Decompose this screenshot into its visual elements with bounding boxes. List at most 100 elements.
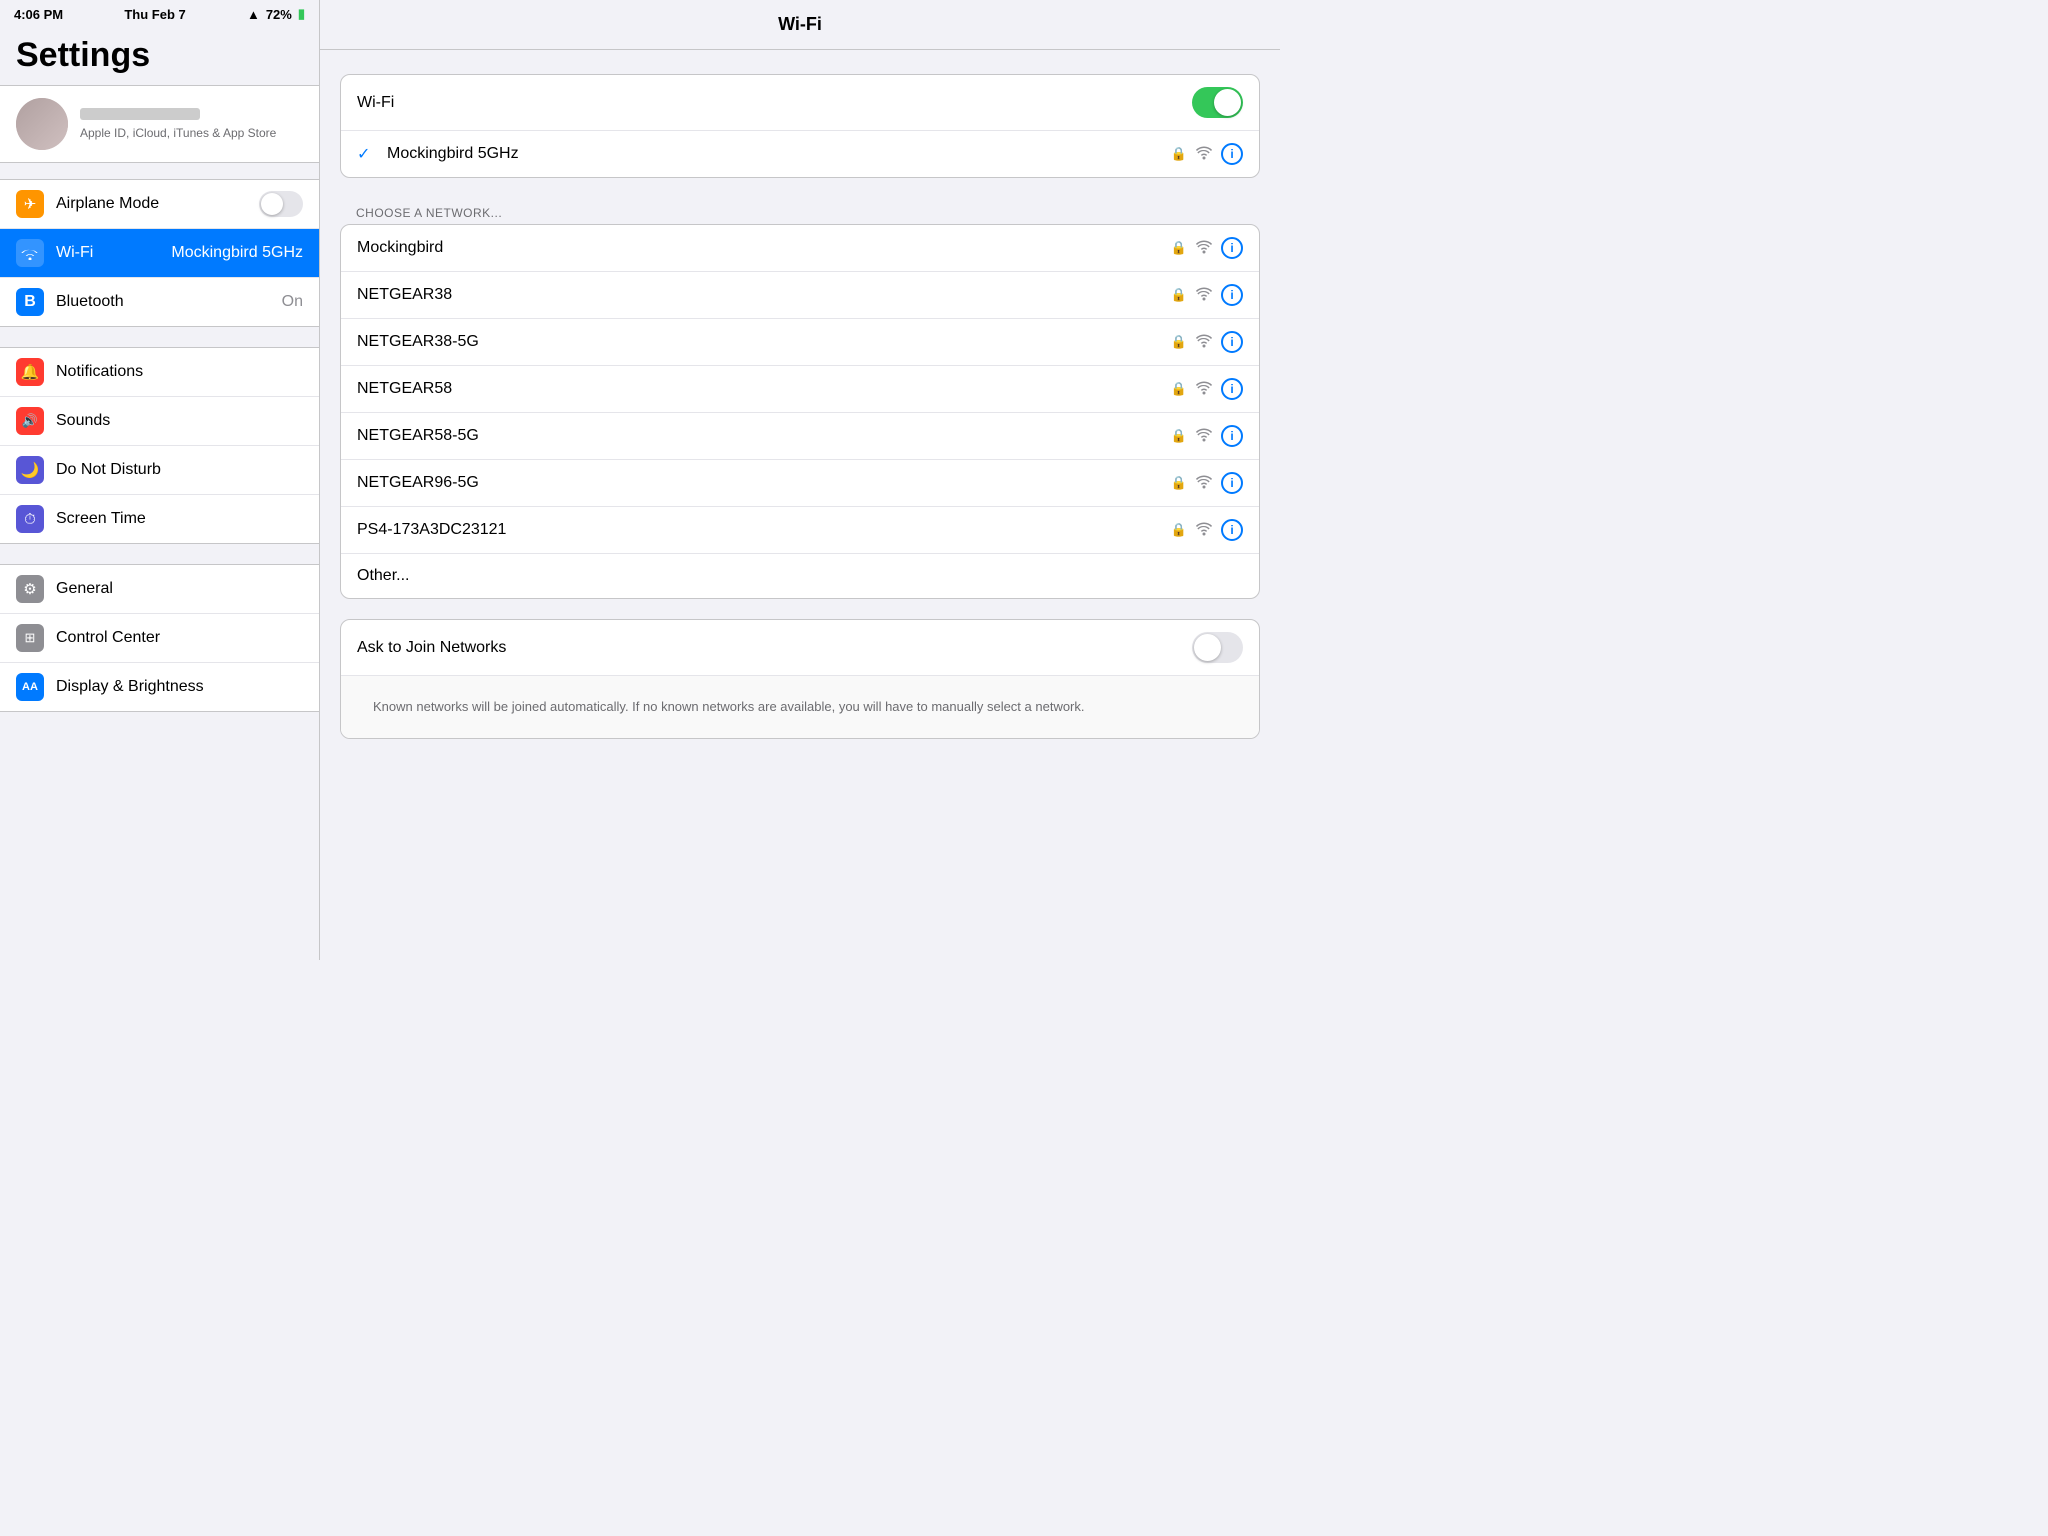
networks-card: Mockingbird 🔒 i NETGEAR38 🔒 — [340, 224, 1260, 599]
sidebar-item-bluetooth[interactable]: B Bluetooth On — [0, 278, 319, 326]
panel-content: Wi-Fi ✓ Mockingbird 5GHz 🔒 i C — [320, 50, 1280, 763]
status-date: Thu Feb 7 — [124, 7, 185, 22]
network-lock-6: 🔒 — [1171, 522, 1187, 538]
network-lock-0: 🔒 — [1171, 240, 1187, 256]
notifications-label: Notifications — [56, 363, 303, 381]
dnd-label: Do Not Disturb — [56, 461, 303, 479]
sidebar-item-controlcenter[interactable]: ⊞ Control Center — [0, 614, 319, 663]
network-info-btn-6[interactable]: i — [1221, 519, 1243, 541]
dnd-icon: 🌙 — [16, 456, 44, 484]
profile-name-blur — [80, 108, 200, 120]
network-name-3: NETGEAR58 — [357, 380, 1161, 398]
network-info-btn-1[interactable]: i — [1221, 284, 1243, 306]
network-row-6[interactable]: PS4-173A3DC23121 🔒 i — [341, 507, 1259, 554]
network-lock-3: 🔒 — [1171, 381, 1187, 397]
controlcenter-icon: ⊞ — [16, 624, 44, 652]
battery-icon: ▮ — [298, 6, 305, 22]
network-signal-3 — [1195, 381, 1213, 398]
wifi-sidebar-icon — [16, 239, 44, 267]
network-row-2[interactable]: NETGEAR38-5G 🔒 i — [341, 319, 1259, 366]
wifi-main-toggle[interactable] — [1192, 87, 1243, 118]
sounds-label: Sounds — [56, 412, 303, 430]
general-label: General — [56, 580, 303, 598]
panel-header: Wi-Fi — [320, 0, 1280, 50]
profile-row[interactable]: Apple ID, iCloud, iTunes & App Store — [0, 86, 319, 163]
sidebar-item-screentime[interactable]: ⏱ Screen Time — [0, 495, 319, 543]
network-row-1[interactable]: NETGEAR38 🔒 i — [341, 272, 1259, 319]
general-icon: ⚙ — [16, 575, 44, 603]
sidebar-group-general: ⚙ General ⊞ Control Center AA Display & … — [0, 564, 319, 712]
network-row-0[interactable]: Mockingbird 🔒 i — [341, 225, 1259, 272]
connected-network-row[interactable]: ✓ Mockingbird 5GHz 🔒 i — [341, 131, 1259, 177]
wifi-sidebar-value: Mockingbird 5GHz — [171, 244, 303, 262]
network-icons-1: 🔒 i — [1171, 284, 1243, 306]
wifi-signal-icon — [1195, 146, 1213, 163]
bluetooth-value: On — [282, 293, 303, 311]
notifications-icon: 🔔 — [16, 358, 44, 386]
network-row-other[interactable]: Other... — [341, 554, 1259, 598]
ask-to-join-toggle[interactable] — [1192, 632, 1243, 663]
network-icons-3: 🔒 i — [1171, 378, 1243, 400]
sidebar-item-airplane[interactable]: ✈ Airplane Mode — [0, 180, 319, 229]
connected-network-name: Mockingbird 5GHz — [387, 145, 1161, 163]
network-signal-5 — [1195, 475, 1213, 492]
battery-percent: 72% — [266, 7, 292, 22]
network-signal-6 — [1195, 522, 1213, 539]
network-row-5[interactable]: NETGEAR96-5G 🔒 i — [341, 460, 1259, 507]
network-row-3[interactable]: NETGEAR58 🔒 i — [341, 366, 1259, 413]
network-signal-0 — [1195, 240, 1213, 257]
network-info-btn-3[interactable]: i — [1221, 378, 1243, 400]
sidebar-item-general[interactable]: ⚙ General — [0, 565, 319, 614]
network-signal-4 — [1195, 428, 1213, 445]
status-bar: 4:06 PM Thu Feb 7 ▲ 72% ▮ — [0, 0, 319, 28]
sidebar-item-dnd[interactable]: 🌙 Do Not Disturb — [0, 446, 319, 495]
network-signal-2 — [1195, 334, 1213, 351]
display-icon: AA — [16, 673, 44, 701]
settings-title: Settings — [0, 28, 319, 85]
connected-network-icons: 🔒 i — [1171, 143, 1243, 165]
network-row-4[interactable]: NETGEAR58-5G 🔒 i — [341, 413, 1259, 460]
sidebar-item-wifi[interactable]: Wi-Fi Mockingbird 5GHz — [0, 229, 319, 278]
lock-icon: 🔒 — [1171, 146, 1187, 162]
ask-to-join-card: Ask to Join Networks Known networks will… — [340, 619, 1260, 739]
network-name-other: Other... — [357, 567, 1243, 585]
bluetooth-icon: B — [16, 288, 44, 316]
ask-to-join-label: Ask to Join Networks — [357, 639, 1182, 657]
network-name-5: NETGEAR96-5G — [357, 474, 1161, 492]
ask-to-join-notice: Known networks will be joined automatica… — [357, 688, 1101, 726]
network-icons-0: 🔒 i — [1171, 237, 1243, 259]
sidebar-group-notifications: 🔔 Notifications 🔊 Sounds 🌙 Do Not Distur… — [0, 347, 319, 544]
profile-info: Apple ID, iCloud, iTunes & App Store — [80, 108, 303, 140]
network-icons-2: 🔒 i — [1171, 331, 1243, 353]
bluetooth-label: Bluetooth — [56, 293, 270, 311]
sidebar-item-sounds[interactable]: 🔊 Sounds — [0, 397, 319, 446]
screentime-label: Screen Time — [56, 510, 303, 528]
network-lock-4: 🔒 — [1171, 428, 1187, 444]
status-time: 4:06 PM — [14, 7, 63, 22]
networks-section-header: CHOOSE A NETWORK... — [340, 198, 1260, 224]
sidebar-item-notifications[interactable]: 🔔 Notifications — [0, 348, 319, 397]
wifi-toggle-row: Wi-Fi — [341, 75, 1259, 131]
display-label: Display & Brightness — [56, 678, 303, 696]
network-signal-1 — [1195, 287, 1213, 304]
network-name-1: NETGEAR38 — [357, 286, 1161, 304]
airplane-icon: ✈ — [16, 190, 44, 218]
network-icons-5: 🔒 i — [1171, 472, 1243, 494]
network-name-6: PS4-173A3DC23121 — [357, 521, 1161, 539]
network-name-2: NETGEAR38-5G — [357, 333, 1161, 351]
connected-network-info-btn[interactable]: i — [1221, 143, 1243, 165]
networks-section: CHOOSE A NETWORK... Mockingbird 🔒 i NETG… — [340, 198, 1260, 599]
checkmark-icon: ✓ — [357, 144, 377, 164]
network-name-0: Mockingbird — [357, 239, 1161, 257]
network-info-btn-0[interactable]: i — [1221, 237, 1243, 259]
network-lock-1: 🔒 — [1171, 287, 1187, 303]
wifi-toggle-label: Wi-Fi — [357, 94, 1182, 112]
status-right: ▲ 72% ▮ — [247, 6, 305, 22]
network-info-btn-5[interactable]: i — [1221, 472, 1243, 494]
wifi-status-icon: ▲ — [247, 7, 260, 22]
network-info-btn-4[interactable]: i — [1221, 425, 1243, 447]
airplane-toggle[interactable] — [259, 191, 303, 217]
ask-to-join-row: Ask to Join Networks — [341, 620, 1259, 676]
sidebar-item-display[interactable]: AA Display & Brightness — [0, 663, 319, 711]
network-info-btn-2[interactable]: i — [1221, 331, 1243, 353]
